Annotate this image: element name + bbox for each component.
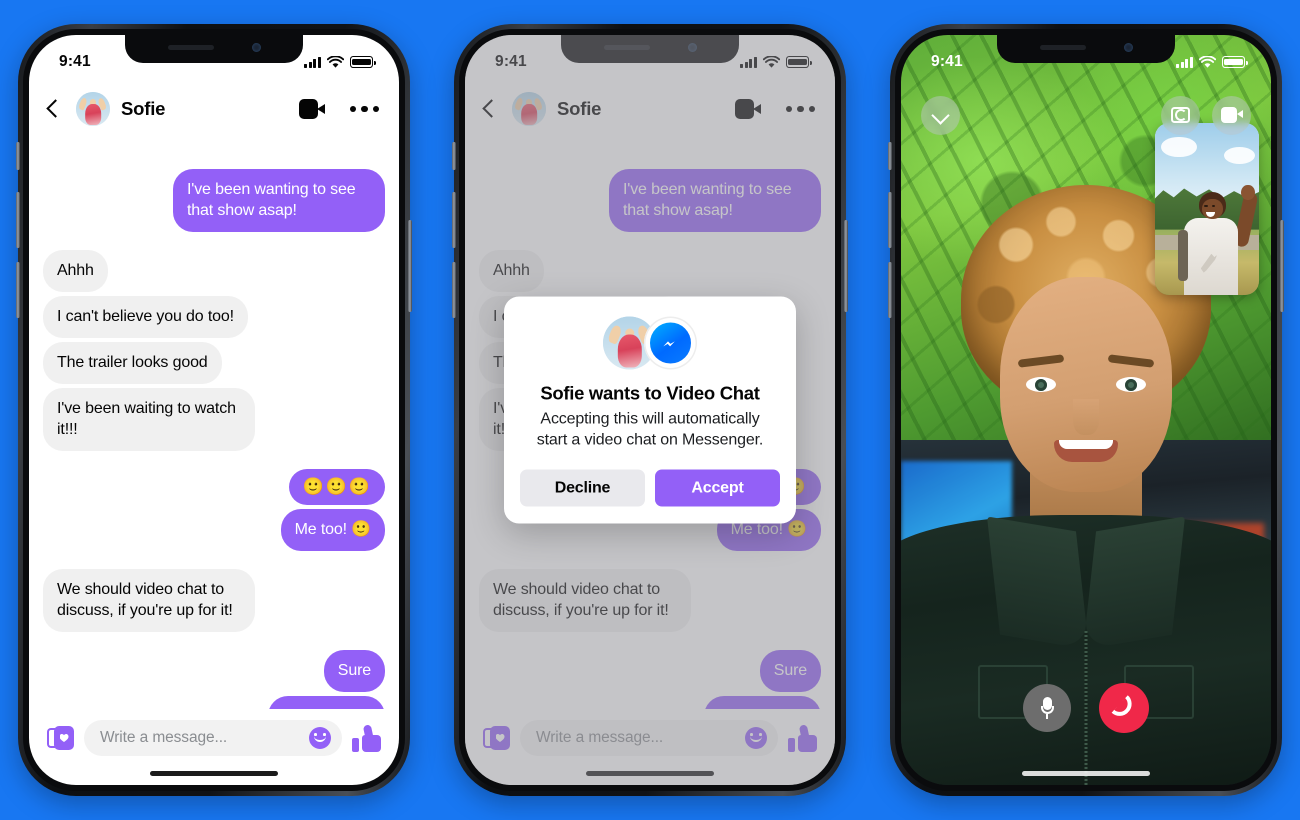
messenger-bolt-glyph	[663, 341, 675, 347]
screen-one: 9:41 Sofie I've been wanting to see that…	[29, 35, 399, 785]
incoming-message-bubble[interactable]: I can't believe you do too!	[43, 296, 248, 338]
outgoing-message-bubble[interactable]: I'm free now!	[267, 696, 385, 709]
incoming-message-bubble[interactable]: We should video chat to discuss, if you'…	[43, 569, 255, 632]
incoming-message-bubble[interactable]: The trailer looks good	[43, 342, 222, 384]
message-row: 🙂🙂🙂	[43, 469, 385, 505]
message-row: The trailer looks good	[43, 342, 385, 384]
person-face	[1000, 277, 1172, 492]
dialog-title: Sofie wants to Video Chat	[540, 382, 760, 404]
outgoing-message-bubble[interactable]: 🙂🙂🙂	[289, 469, 385, 505]
message-input-placeholder: Write a message...	[100, 729, 228, 746]
cellular-bars-icon	[304, 56, 321, 68]
power-button[interactable]	[844, 220, 848, 312]
message-row: I'm free now!	[43, 696, 385, 709]
flip-camera-icon	[1171, 107, 1190, 123]
home-indicator[interactable]	[150, 771, 278, 776]
emoji-smiley-icon[interactable]	[309, 727, 331, 749]
earpiece-speaker	[1039, 44, 1086, 50]
message-list-one: I've been wanting to see that show asap!…	[29, 137, 399, 709]
outgoing-message-bubble[interactable]: I've been wanting to see that show asap!	[173, 169, 385, 232]
mute-switch[interactable]	[16, 142, 20, 170]
volume-down-button[interactable]	[888, 262, 892, 318]
phone-notch	[125, 35, 303, 63]
cellular-bars-icon	[1176, 56, 1193, 68]
message-row: I've been waiting to watch it!!!	[43, 388, 385, 451]
phone-two-dialog: 9:41 Sofie	[452, 24, 848, 796]
volume-down-button[interactable]	[16, 262, 20, 318]
end-call-icon	[1111, 695, 1136, 721]
screen-two: 9:41 Sofie	[465, 35, 835, 785]
message-row: Ahhh	[43, 250, 385, 292]
outgoing-message-bubble[interactable]: Sure	[323, 650, 385, 692]
front-camera-icon	[1123, 42, 1133, 52]
screen-three: 9:41	[901, 35, 1271, 785]
phone-three-video-call: 9:41	[888, 24, 1284, 796]
earpiece-speaker	[167, 44, 214, 50]
message-row: I can't believe you do too!	[43, 296, 385, 338]
mute-switch[interactable]	[452, 142, 456, 170]
wifi-icon	[1199, 55, 1216, 68]
home-indicator[interactable]	[1022, 771, 1150, 776]
thumbs-up-icon[interactable]	[352, 723, 381, 752]
more-options-icon[interactable]	[349, 105, 379, 113]
video-call-controls	[901, 683, 1271, 733]
avatar[interactable]	[76, 92, 110, 126]
wifi-icon	[327, 55, 344, 68]
status-time: 9:41	[931, 53, 963, 70]
page-title: Sofie	[121, 98, 166, 119]
mute-microphone-button[interactable]	[1023, 684, 1071, 732]
mute-switch[interactable]	[888, 142, 892, 170]
microphone-icon	[1040, 697, 1054, 719]
dialog-actions: Decline Accept	[520, 469, 780, 507]
message-row: Sure	[43, 650, 385, 692]
saved-cards-icon[interactable]	[47, 725, 74, 751]
message-row: I've been wanting to see that show asap!	[43, 169, 385, 232]
outgoing-message-bubble[interactable]: Me too! 🙂	[280, 509, 385, 551]
back-chevron-icon[interactable]	[43, 98, 65, 120]
power-button[interactable]	[408, 220, 412, 312]
volume-up-button[interactable]	[16, 192, 20, 248]
minimize-call-button[interactable]	[921, 95, 960, 135]
dialog-body: Accepting this will automatically start …	[536, 410, 764, 449]
message-row: We should video chat to discuss, if you'…	[43, 569, 385, 632]
battery-full-icon	[1222, 56, 1248, 68]
person-jacket	[901, 515, 1271, 785]
screenshot-stage: 9:41 Sofie I've been wanting to see that…	[0, 0, 1300, 820]
volume-up-button[interactable]	[452, 192, 456, 248]
decline-button[interactable]: Decline	[520, 469, 645, 507]
messenger-logo-icon	[644, 316, 697, 370]
toggle-video-button[interactable]	[1212, 95, 1251, 135]
battery-full-icon	[350, 56, 376, 68]
self-view-thumbnail[interactable]	[1155, 123, 1259, 295]
volume-up-button[interactable]	[888, 192, 892, 248]
phone-one-chat: 9:41 Sofie I've been wanting to see that…	[16, 24, 412, 796]
chat-header-one: Sofie	[29, 81, 399, 137]
accept-button[interactable]: Accept	[655, 469, 780, 507]
front-camera-icon	[251, 42, 261, 52]
message-row: Me too! 🙂	[43, 509, 385, 551]
chevron-down-icon	[933, 108, 948, 123]
message-input[interactable]: Write a message...	[84, 720, 342, 756]
status-time: 9:41	[59, 53, 91, 70]
phone-notch	[997, 35, 1175, 63]
dialog-avatars	[520, 316, 780, 370]
incoming-message-bubble[interactable]: I've been waiting to watch it!!!	[43, 388, 255, 451]
incoming-message-bubble[interactable]: Ahhh	[43, 250, 108, 292]
video-call-top-bar	[901, 89, 1271, 141]
power-button[interactable]	[1280, 220, 1284, 312]
end-call-button[interactable]	[1099, 683, 1149, 733]
video-camera-icon	[1220, 107, 1243, 123]
volume-down-button[interactable]	[452, 262, 456, 318]
video-camera-icon[interactable]	[298, 99, 325, 119]
video-chat-request-dialog: Sofie wants to Video Chat Accepting this…	[504, 296, 796, 524]
flip-camera-button[interactable]	[1161, 95, 1200, 135]
